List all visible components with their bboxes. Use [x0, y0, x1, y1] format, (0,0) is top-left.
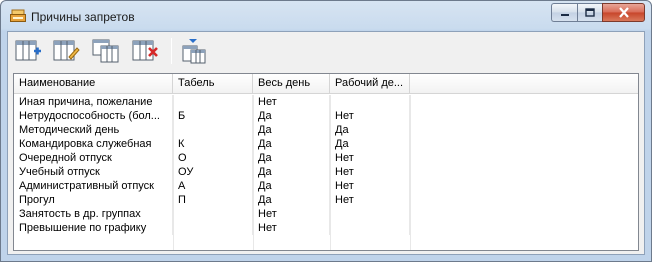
cell-whole-day: Да [253, 193, 330, 207]
cell-name: Очередной отпуск [14, 151, 173, 165]
table-copy-icon [92, 39, 119, 63]
close-icon [618, 7, 629, 18]
client-area: Наименование Табель Весь день Рабочий де… [7, 31, 645, 255]
cell-timesheet [173, 221, 253, 235]
cell-whole-day: Нет [253, 95, 330, 109]
cell-filler [410, 165, 638, 179]
app-icon [10, 9, 26, 23]
cell-filler [410, 221, 638, 235]
column-header-working-day[interactable]: Рабочий де... [330, 74, 410, 93]
cell-working-day [330, 207, 410, 221]
title-bar[interactable]: Причины запретов [1, 1, 651, 31]
cell-working-day [330, 95, 410, 109]
cell-whole-day: Да [253, 151, 330, 165]
delete-row-button[interactable] [129, 37, 161, 65]
window-controls [551, 3, 645, 22]
table-row[interactable]: Иная причина, пожелание Нет [14, 95, 638, 109]
table-row[interactable]: Прогул П Да Нет [14, 193, 638, 207]
column-header-name[interactable]: Наименование [14, 74, 173, 93]
cell-name: Иная причина, пожелание [14, 95, 173, 109]
cell-working-day: Нет [330, 109, 410, 123]
column-header-whole-day[interactable]: Весь день [253, 74, 330, 93]
cell-filler [410, 123, 638, 137]
edit-row-button[interactable] [50, 37, 82, 65]
cell-working-day: Нет [330, 151, 410, 165]
column-settings-button[interactable] [177, 37, 209, 65]
cell-name: Нетрудоспособность (бол... [14, 109, 173, 123]
table-row[interactable]: Занятость в др. группах Нет [14, 207, 638, 221]
toolbar [8, 32, 644, 70]
minimize-icon [560, 13, 569, 16]
column-settings-icon [182, 39, 206, 64]
cell-whole-day: Да [253, 165, 330, 179]
close-button[interactable] [602, 3, 645, 22]
cell-working-day [330, 221, 410, 235]
cell-timesheet: П [173, 193, 253, 207]
table-row[interactable]: Нетрудоспособность (бол... Б Да Нет [14, 109, 638, 123]
cell-filler [410, 151, 638, 165]
cell-working-day: Да [330, 123, 410, 137]
column-header-filler [410, 74, 638, 93]
table-row[interactable]: Командировка служебная К Да Да [14, 137, 638, 151]
maximize-button[interactable] [577, 3, 602, 22]
add-row-button[interactable] [12, 37, 44, 65]
cell-timesheet [173, 123, 253, 137]
cell-filler [410, 109, 638, 123]
table-header: Наименование Табель Весь день Рабочий де… [14, 74, 638, 94]
cell-timesheet [173, 207, 253, 221]
cell-timesheet: Б [173, 109, 253, 123]
cell-timesheet: ОУ [173, 165, 253, 179]
column-header-timesheet[interactable]: Табель [173, 74, 253, 93]
table-body: Иная причина, пожелание Нет Нетрудоспособн… [14, 95, 638, 235]
minimize-button[interactable] [551, 3, 577, 22]
cell-whole-day: Да [253, 123, 330, 137]
cell-whole-day: Да [253, 179, 330, 193]
cell-name: Административный отпуск [14, 179, 173, 193]
cell-whole-day: Нет [253, 207, 330, 221]
cell-name: Методический день [14, 123, 173, 137]
cell-name: Командировка служебная [14, 137, 173, 151]
maximize-icon [585, 8, 595, 17]
copy-row-button[interactable] [90, 37, 122, 65]
table-row[interactable]: Очередной отпуск О Да Нет [14, 151, 638, 165]
table-row[interactable]: Учебный отпуск ОУ Да Нет [14, 165, 638, 179]
table-edit-icon [53, 40, 80, 61]
cell-whole-day: Да [253, 109, 330, 123]
cell-working-day: Нет [330, 165, 410, 179]
cell-working-day: Нет [330, 179, 410, 193]
cell-working-day: Нет [330, 193, 410, 207]
table-row[interactable]: Превышение по графику Нет [14, 221, 638, 235]
table-delete-icon [132, 40, 158, 61]
cell-name: Учебный отпуск [14, 165, 173, 179]
cell-name: Занятость в др. группах [14, 207, 173, 221]
cell-timesheet: А [173, 179, 253, 193]
cell-timesheet: О [173, 151, 253, 165]
cell-timesheet [173, 95, 253, 109]
cell-name: Превышение по графику [14, 221, 173, 235]
cell-filler [410, 179, 638, 193]
table-add-icon [15, 40, 41, 61]
toolbar-separator [171, 38, 172, 64]
reasons-table[interactable]: Наименование Табель Весь день Рабочий де… [13, 73, 639, 251]
cell-name: Прогул [14, 193, 173, 207]
cell-timesheet: К [173, 137, 253, 151]
cell-working-day: Да [330, 137, 410, 151]
table-row[interactable]: Административный отпуск А Да Нет [14, 179, 638, 193]
window-title: Причины запретов [31, 10, 135, 24]
cell-filler [410, 193, 638, 207]
cell-filler [410, 207, 638, 221]
cell-filler [410, 95, 638, 109]
app-window: Причины запретов Наименование Табель Вес… [0, 0, 652, 262]
cell-whole-day: Нет [253, 221, 330, 235]
cell-filler [410, 137, 638, 151]
cell-whole-day: Да [253, 137, 330, 151]
table-row[interactable]: Методический день Да Да [14, 123, 638, 137]
